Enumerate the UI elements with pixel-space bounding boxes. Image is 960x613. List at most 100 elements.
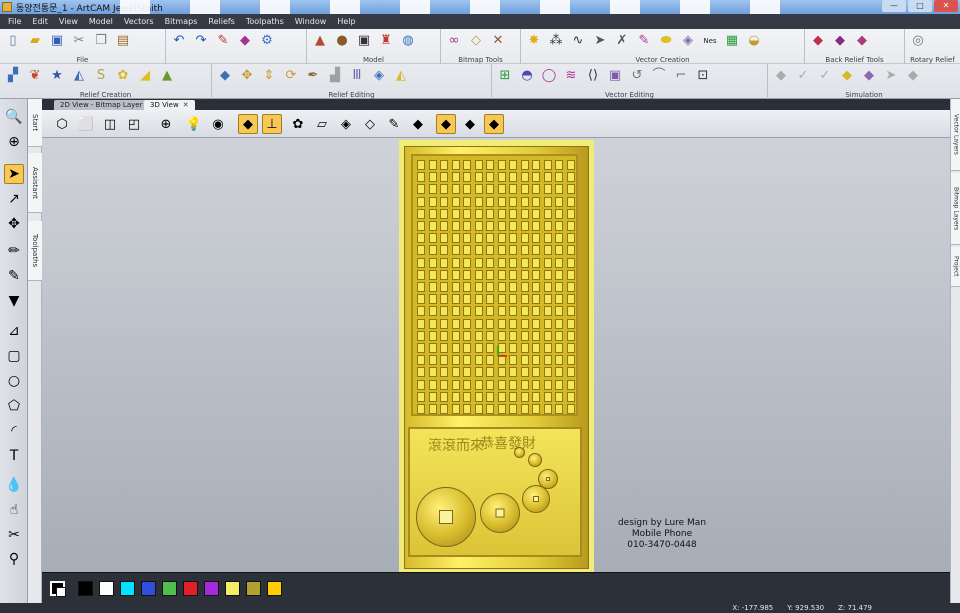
simulation-run-icon[interactable]: ➤ [882,67,900,85]
palette-swatch[interactable] [204,581,219,596]
undo-icon[interactable]: ↶ [170,32,188,50]
bitmap-link-icon[interactable]: ∞ [445,32,463,50]
relief-texture-icon[interactable]: ✿ [114,67,132,85]
relief-view-icon[interactable]: ◆ [238,114,258,134]
colour-relief-icon[interactable]: ◆ [436,114,456,134]
eyedropper-icon[interactable]: ⚲ [4,549,24,569]
vector-wave-icon[interactable]: ≋ [562,67,580,85]
model-portrait-icon[interactable]: ▣ [355,32,373,50]
relief-star-icon[interactable]: ★ [48,67,66,85]
bitmap-cross-icon[interactable]: ✕ [489,32,507,50]
vector-curve-icon[interactable]: ∿ [569,32,587,50]
transform-icon[interactable]: ✥ [4,214,24,234]
relief-fade-icon[interactable]: ◭ [392,67,410,85]
relief-flat-icon[interactable]: ◆ [216,67,234,85]
menu-window[interactable]: Window [295,17,327,26]
node-edit-icon[interactable]: ↗ [4,189,24,209]
palette-swatch[interactable] [183,581,198,596]
simulation-check-icon[interactable]: ✓ [816,67,834,85]
palette-swatch[interactable] [225,581,240,596]
vector-shape-icon[interactable]: ⬬ [657,32,675,50]
smudge-icon[interactable]: ☝ [4,500,24,520]
polyline-icon[interactable]: ⊿ [4,321,24,341]
relief-plane-icon[interactable]: ◢ [136,67,154,85]
nesting-icon[interactable]: Nes [701,32,719,50]
paste-icon[interactable]: ▤ [114,32,132,50]
edit-notes-icon[interactable]: ✎ [214,32,232,50]
model-bear-icon[interactable]: ● [333,32,351,50]
palette-secondary-colour[interactable] [56,587,66,597]
tab-assistant[interactable]: Assistant [28,153,42,213]
bitmap-diamond-icon[interactable]: ◇ [467,32,485,50]
vector-spark-icon[interactable]: ✸ [525,32,543,50]
brush-icon[interactable]: ✎ [4,266,24,286]
texture-view-icon[interactable]: ✿ [288,114,308,134]
vector-corner-icon[interactable]: ⌐ [672,67,690,85]
vector-split-icon[interactable]: ✗ [613,32,631,50]
zoom-view-icon[interactable]: ⊕ [156,114,176,134]
close-button[interactable]: ✕ [934,0,958,12]
menu-view[interactable]: View [59,17,78,26]
menu-file[interactable]: File [8,17,21,26]
palette-swatch[interactable] [78,581,93,596]
relief-spin-icon[interactable]: S [92,67,110,85]
tab-vector-layers[interactable]: Vector Layers [951,99,960,171]
axis-view-icon[interactable]: ⊥ [262,114,282,134]
paint-icon[interactable]: ▼ [4,291,24,311]
menu-help[interactable]: Help [337,17,355,26]
circle-icon[interactable]: ○ [4,371,24,391]
simulation-tool-icon[interactable]: ✓ [794,67,812,85]
simulation-reset-icon[interactable]: ◆ [904,67,922,85]
save-icon[interactable]: ▣ [48,32,66,50]
vector-stack-icon[interactable]: ◈ [679,32,697,50]
menu-vectors[interactable]: Vectors [124,17,154,26]
menu-bitmaps[interactable]: Bitmaps [165,17,198,26]
relief-sweep-icon[interactable]: ❦ [26,67,44,85]
red-relief-icon[interactable]: ◆ [460,114,480,134]
plane-view-icon[interactable]: ◈ [336,114,356,134]
tab-project[interactable]: Project [951,247,960,287]
open-folder-icon[interactable]: ▰ [26,32,44,50]
tab-toolpaths[interactable]: Toolpaths [28,221,42,281]
vector-weld-icon[interactable]: ◓ [518,67,536,85]
rectangle-icon[interactable]: ▢ [4,346,24,366]
drop-icon[interactable]: 💧 [4,475,24,495]
select-arrow-icon[interactable]: ➤ [4,164,24,184]
relief-smooth-icon[interactable]: ▟ [326,67,344,85]
mesh-view-icon[interactable]: ◆ [408,114,428,134]
maximize-button[interactable]: □ [908,0,932,12]
relief-shape-icon[interactable]: ▞ [4,67,22,85]
tab-start[interactable]: Start [28,99,42,147]
wizard-icon[interactable]: ⚙ [258,32,276,50]
vector-trim-icon[interactable]: ⌒ [650,67,668,85]
3d-viewport[interactable]: 恭喜發財 滾滾而來 design by Lure Man Mobile Phon… [42,138,950,572]
vector-pen-icon[interactable]: ✎ [635,32,653,50]
eye-icon[interactable]: ◉ [208,114,228,134]
relief-offset-icon[interactable]: ◈ [370,67,388,85]
simulation-gold-icon[interactable]: ◆ [838,67,856,85]
view-side-icon[interactable]: ◫ [100,114,120,134]
eraser-icon[interactable]: ◆ [236,32,254,50]
vector-nodes-icon[interactable]: ⁂ [547,32,565,50]
vector-loop-icon[interactable]: ↺ [628,67,646,85]
vector-arrow-icon[interactable]: ➤ [591,32,609,50]
vector-bracket-icon[interactable]: ⟨⟩ [584,67,602,85]
zoom-icon[interactable]: 🔍 [4,107,24,127]
text-icon[interactable]: T [4,446,24,466]
view-top-icon[interactable]: ◰ [124,114,144,134]
menu-edit[interactable]: Edit [32,17,48,26]
view-front-icon[interactable]: ⬜ [76,114,96,134]
vector-center-icon[interactable]: ⊡ [694,67,712,85]
globe-view-icon[interactable]: ⊕ [4,132,24,152]
simulation-grey-icon[interactable]: ◆ [772,67,790,85]
relief-scale-icon[interactable]: ⇕ [260,67,278,85]
relief-pen-icon[interactable]: ✒ [304,67,322,85]
palette-swatch[interactable] [246,581,261,596]
back-relief-purple-icon[interactable]: ◆ [831,32,849,50]
pencil-icon[interactable]: ✏ [4,241,24,261]
palette-swatch[interactable] [162,581,177,596]
simulation-purple-icon[interactable]: ◆ [860,67,878,85]
vector-rect-icon[interactable]: ▣ [606,67,624,85]
redo-icon[interactable]: ↷ [192,32,210,50]
vector-layers-icon[interactable]: ◒ [745,32,763,50]
